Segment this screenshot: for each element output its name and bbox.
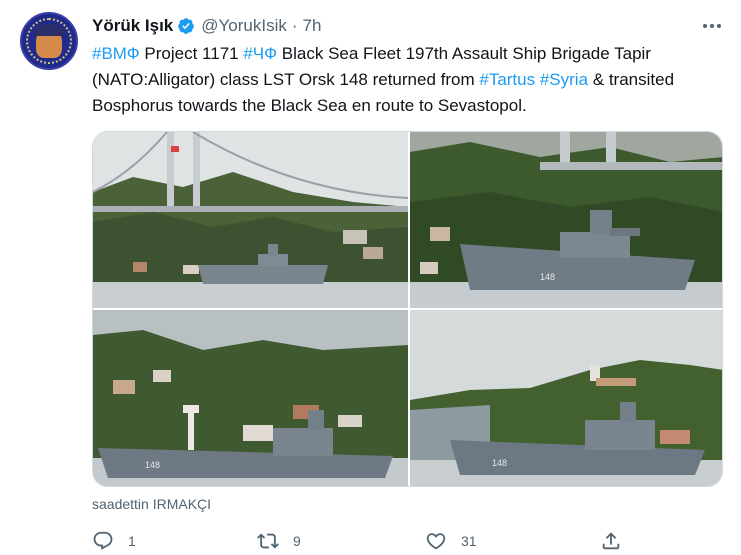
avatar-hat [34,24,64,36]
hull-number: 148 [145,460,160,470]
action-bar: 1 9 31 [92,528,692,554]
reply-icon [93,531,113,550]
hashtag-tartus[interactable]: #Tartus [479,70,535,89]
avatar[interactable] [20,12,78,70]
reply-button[interactable]: 1 [92,528,136,554]
media-grid: 148 148 148 [92,131,723,487]
share-icon [602,532,620,550]
photo-2[interactable]: 148 [410,132,722,308]
verified-badge-icon [178,18,195,34]
hull-number: 148 [540,272,555,282]
tweet[interactable]: Yörük Işık @YorukIsik · 7h #ВМФ Project … [0,0,741,555]
separator-dot: · [291,16,298,35]
reply-count: 1 [128,533,136,549]
hashtag-vmf[interactable]: #ВМФ [92,44,140,63]
more-options-icon[interactable] [700,16,724,36]
tweet-text: #ВМФ Project 1171 #ЧФ Black Sea Fleet 19… [92,41,732,119]
hashtag-syria[interactable]: #Syria [540,70,588,89]
author-name[interactable]: Yörük Işık [92,16,173,36]
like-button[interactable]: 31 [425,528,477,554]
tweet-text-segment: Project 1171 [139,44,244,63]
photo-credit: saadettin IRMAKÇI [92,496,212,512]
photo-1[interactable] [93,132,408,308]
retweet-icon [257,533,279,549]
photo-3[interactable]: 148 [93,310,408,486]
retweet-count: 9 [293,533,301,549]
like-count: 31 [461,533,477,549]
tweet-header: Yörük Işık @YorukIsik · 7h [92,14,321,38]
hashtag-chf[interactable]: #ЧФ [243,44,277,63]
heart-icon [426,533,446,550]
author-handle[interactable]: @YorukIsik [201,16,287,36]
timestamp[interactable]: 7h [303,16,322,36]
share-button[interactable] [600,528,622,554]
hull-number: 148 [492,458,507,468]
photo-4[interactable]: 148 [410,310,722,486]
retweet-button[interactable]: 9 [257,528,301,554]
